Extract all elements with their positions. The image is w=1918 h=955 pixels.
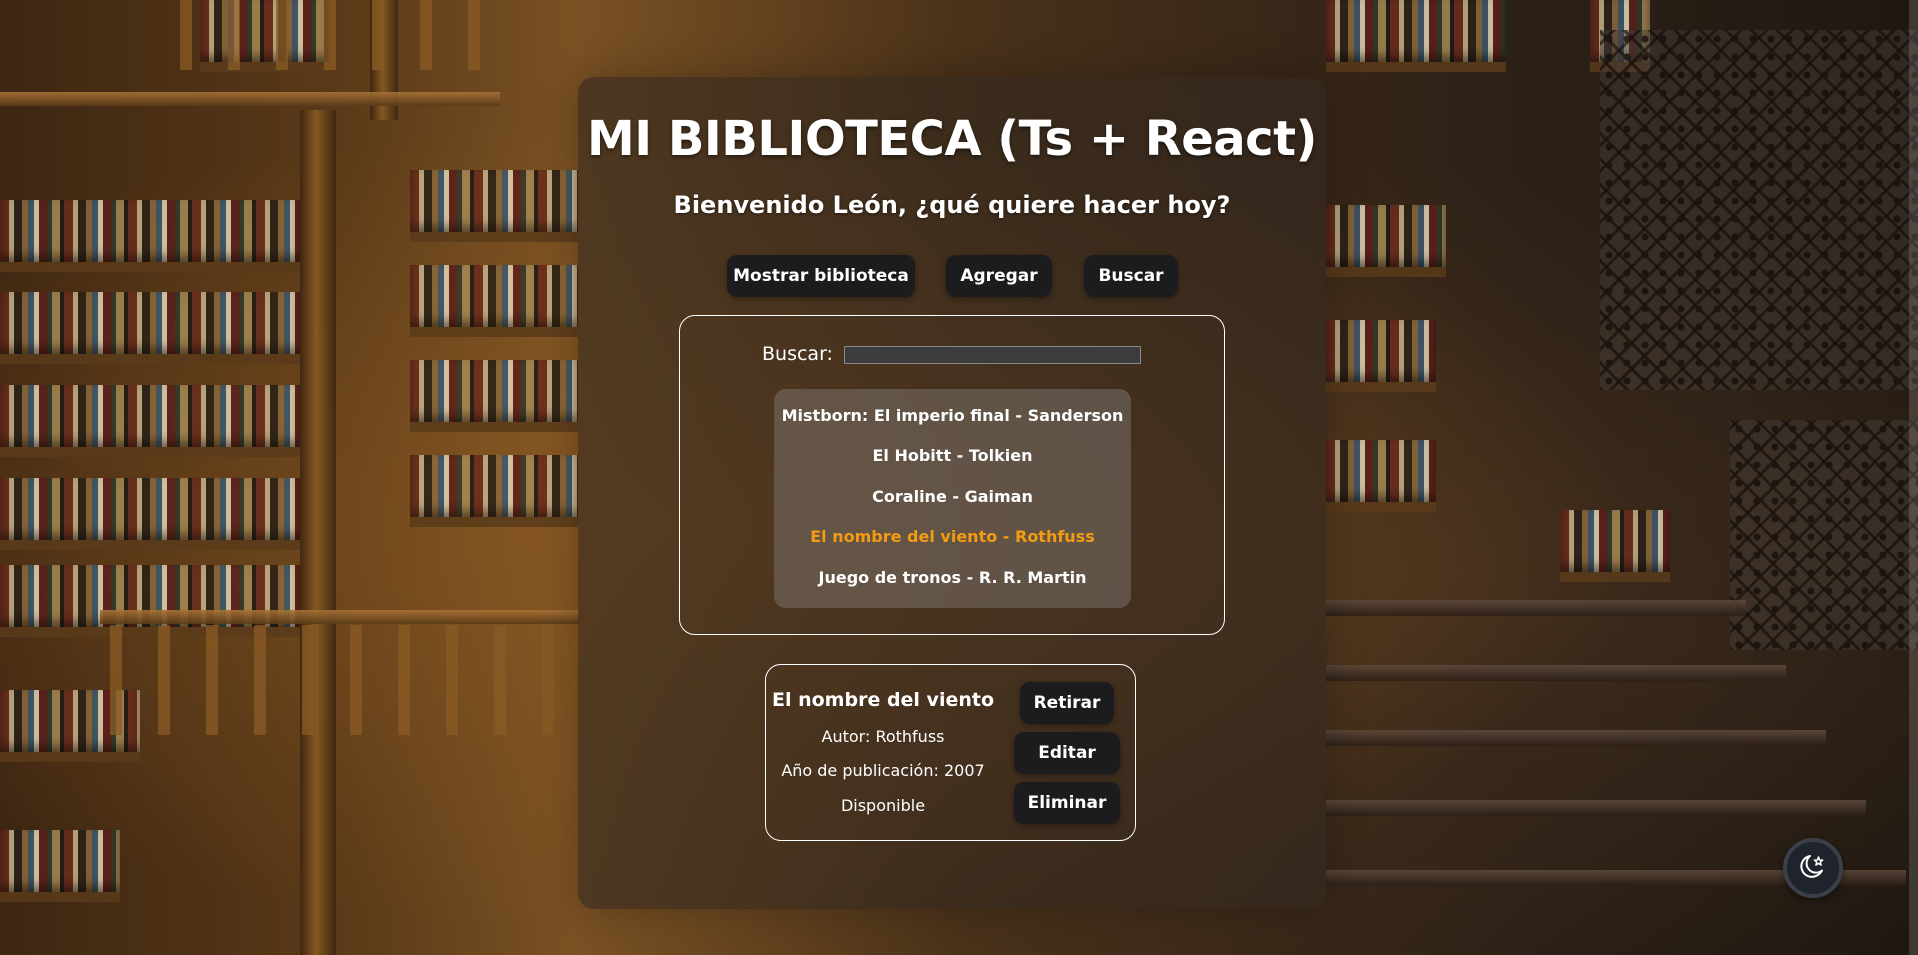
book-title: El nombre del viento xyxy=(771,689,995,711)
welcome-message: Bienvenido León, ¿qué quiere hacer hoy? xyxy=(673,191,1231,219)
theme-toggle-button[interactable] xyxy=(1783,838,1843,898)
bookshelf xyxy=(1326,320,1436,392)
show-library-button[interactable]: Mostrar biblioteca xyxy=(727,255,915,297)
result-item[interactable]: El Hobitt - Tolkien xyxy=(774,443,1131,469)
bookshelf xyxy=(410,170,578,242)
wrought-iron-screen xyxy=(1600,30,1918,390)
bookshelf xyxy=(410,455,578,527)
search-button[interactable]: Buscar xyxy=(1084,255,1178,297)
page-scrollbar[interactable] xyxy=(1909,0,1918,955)
spiral-stair-step xyxy=(1326,800,1866,816)
withdraw-button[interactable]: Retirar xyxy=(1020,682,1114,724)
moon-star-icon xyxy=(1798,851,1828,885)
balusters xyxy=(180,0,500,70)
bookshelf xyxy=(1560,510,1670,582)
wooden-pillar xyxy=(300,110,336,955)
gallery-rail xyxy=(0,92,500,106)
bookshelf xyxy=(1326,440,1436,512)
result-item-selected[interactable]: El nombre del viento - Rothfuss xyxy=(774,524,1131,550)
bookshelf xyxy=(410,360,578,432)
result-item[interactable]: Juego de tronos - R. R. Martin xyxy=(774,565,1131,591)
search-results-list: Mistborn: El imperio final - Sanderson E… xyxy=(774,389,1131,608)
spiral-stair-step xyxy=(1326,665,1786,681)
main-card: MI BIBLIOTECA (Ts + React) Bienvenido Le… xyxy=(578,77,1326,909)
book-detail-panel: El nombre del viento Autor: Rothfuss Año… xyxy=(765,664,1136,841)
bookshelf xyxy=(0,385,300,457)
result-item[interactable]: Mistborn: El imperio final - Sanderson xyxy=(774,403,1131,429)
book-author: Autor: Rothfuss xyxy=(821,727,945,746)
add-button[interactable]: Agregar xyxy=(946,255,1052,297)
spiral-stair-step xyxy=(1326,600,1746,616)
delete-button[interactable]: Eliminar xyxy=(1014,782,1120,824)
search-panel: Buscar: Mistborn: El imperio final - San… xyxy=(679,315,1225,635)
wrought-iron-screen xyxy=(1730,420,1918,650)
search-input[interactable] xyxy=(844,346,1141,364)
bookshelf xyxy=(1326,205,1446,277)
spiral-stair-step xyxy=(1326,730,1826,746)
balusters xyxy=(110,625,580,735)
bookshelf xyxy=(0,200,300,272)
bookshelf xyxy=(1326,0,1506,72)
bookshelf xyxy=(410,265,578,337)
edit-button[interactable]: Editar xyxy=(1014,732,1120,774)
bookshelf xyxy=(0,478,300,550)
bookshelf xyxy=(0,292,300,364)
bookshelf xyxy=(0,830,120,902)
book-status: Disponible xyxy=(840,796,926,815)
result-item[interactable]: Coraline - Gaiman xyxy=(774,484,1131,510)
search-label: Buscar: xyxy=(762,343,833,365)
page-title: MI BIBLIOTECA (Ts + React) xyxy=(587,111,1318,167)
gallery-rail xyxy=(100,610,580,624)
book-year: Año de publicación: 2007 xyxy=(781,761,985,780)
